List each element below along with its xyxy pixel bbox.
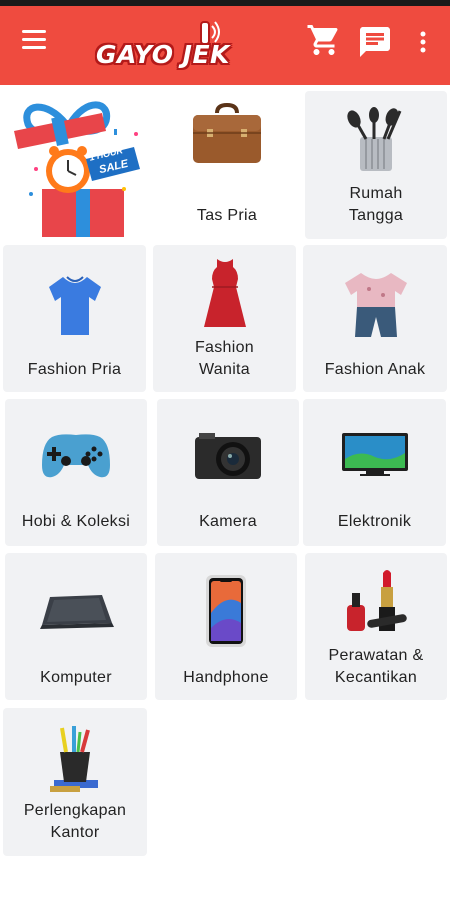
category-perlengkapan-kantor[interactable]: Perlengkapan Kantor	[3, 708, 147, 856]
category-label-line2: Kantor	[50, 824, 100, 841]
category-label: Rumah	[349, 185, 403, 202]
game-controller-icon	[42, 434, 110, 478]
category-elektronik[interactable]: Elektronik	[303, 399, 446, 546]
chat-icon[interactable]	[357, 24, 393, 60]
category-label-line2: Wanita	[198, 361, 250, 378]
category-tas-pria[interactable]: Tas Pria	[153, 89, 301, 239]
category-label: Hobi & Koleksi	[21, 513, 131, 530]
promo-sale-tile[interactable]: 1 HOUR SALE	[3, 89, 149, 239]
category-label: Kamera	[199, 513, 257, 530]
more-vertical-icon[interactable]	[418, 30, 428, 54]
cart-icon[interactable]	[306, 22, 342, 58]
smartphone-icon	[206, 575, 246, 647]
category-label-line2: Tangga	[348, 207, 404, 224]
camera-icon	[195, 433, 261, 479]
category-label-line2: Kecantikan	[334, 669, 418, 686]
category-fashion-wanita[interactable]: Fashion Wanita	[153, 245, 296, 392]
laptop-icon	[40, 595, 114, 629]
menu-icon[interactable]	[22, 30, 48, 50]
signal-icon	[200, 21, 220, 45]
category-label: Elektronik	[337, 513, 412, 530]
cosmetics-icon	[347, 570, 407, 631]
office-supplies-icon	[50, 726, 98, 792]
category-label: Fashion Pria	[27, 361, 122, 378]
kids-clothes-icon	[345, 273, 407, 337]
dress-icon	[203, 259, 246, 327]
category-label: Tas Pria	[196, 207, 258, 224]
tv-icon	[341, 433, 408, 476]
category-komputer[interactable]: Komputer	[5, 553, 147, 700]
category-kamera[interactable]: Kamera	[157, 399, 299, 546]
app-bar: GAYO JEK	[0, 6, 450, 85]
category-fashion-anak[interactable]: Fashion Anak	[303, 245, 447, 392]
category-label: Fashion	[194, 339, 255, 356]
category-label: Perawatan &	[328, 647, 424, 664]
app-logo: GAYO JEK	[92, 18, 242, 80]
category-rumah-tangga[interactable]: Rumah Tangga	[305, 91, 447, 239]
category-label: Komputer	[40, 669, 112, 686]
category-label: Handphone	[183, 669, 269, 686]
category-handphone[interactable]: Handphone	[155, 553, 297, 700]
category-fashion-pria[interactable]: Fashion Pria	[3, 245, 146, 392]
kitchen-utensils-icon	[347, 107, 402, 171]
category-hobi-koleksi[interactable]: Hobi & Koleksi	[5, 399, 147, 546]
category-label: Fashion Anak	[324, 361, 426, 378]
category-label: Perlengkapan	[23, 802, 127, 819]
category-perawatan-kecantikan[interactable]: Perawatan & Kecantikan	[305, 553, 447, 700]
tshirt-icon	[48, 276, 101, 335]
briefcase-icon	[193, 103, 261, 163]
